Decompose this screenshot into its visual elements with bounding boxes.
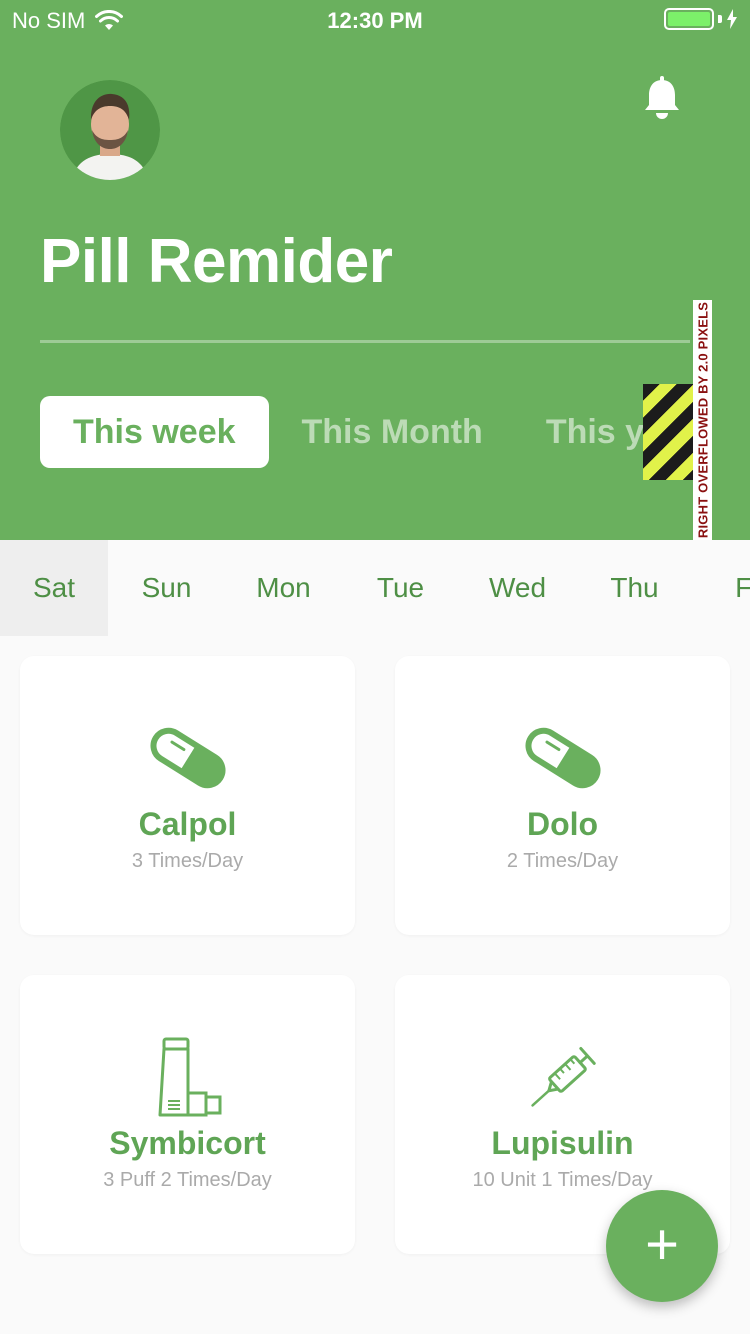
add-medicine-button[interactable]: + <box>606 1190 718 1302</box>
medicine-name: Symbicort <box>109 1125 266 1161</box>
tab-this-month[interactable]: This Month <box>269 396 516 468</box>
overflow-warning: RIGHT OVERFLOWED BY 2.0 PIXELS <box>695 301 710 539</box>
pill-icon <box>149 727 226 789</box>
period-tabs: This week This Month This year <box>40 396 728 468</box>
card-icon-wrap <box>20 1037 355 1119</box>
bell-icon[interactable] <box>642 76 682 120</box>
card-icon-wrap <box>395 1037 730 1119</box>
day-thu[interactable]: Thu <box>576 540 693 636</box>
charging-icon <box>727 9 737 29</box>
header: No SIM 12:30 PM Pill Remider This week T… <box>0 0 750 540</box>
inhaler-icon <box>158 1037 221 1117</box>
overflow-banner: RIGHT OVERFLOWED BY 2.0 PIXELS <box>693 300 712 540</box>
status-bar: No SIM 12:30 PM <box>0 0 750 40</box>
medicine-card-dolo[interactable]: Dolo 2 Times/Day <box>395 656 730 935</box>
syringe-icon <box>530 1046 596 1107</box>
medicine-dosage: 3 Puff 2 Times/Day <box>103 1169 272 1191</box>
day-mon[interactable]: Mon <box>225 540 342 636</box>
header-divider <box>40 340 690 343</box>
pill-icon <box>524 727 601 789</box>
card-icon-wrap <box>20 726 355 790</box>
status-right <box>664 8 738 30</box>
overflow-stripe <box>643 384 693 480</box>
medicine-card-calpol[interactable]: Calpol 3 Times/Day <box>20 656 355 935</box>
medicine-dosage: 10 Unit 1 Times/Day <box>472 1169 653 1191</box>
medicine-name: Calpol <box>138 806 237 842</box>
tab-this-week[interactable]: This week <box>40 396 269 468</box>
day-sun[interactable]: Sun <box>108 540 225 636</box>
day-selector: Sat Sun Mon Tue Wed Thu Fri <box>0 540 750 636</box>
page-title: Pill Remider <box>40 227 393 296</box>
battery-fill <box>668 12 710 26</box>
avatar[interactable] <box>60 80 160 180</box>
medicine-dosage: 2 Times/Day <box>506 850 619 872</box>
status-time: 12:30 PM <box>327 8 423 33</box>
battery-tip <box>718 15 722 23</box>
card-icon-wrap <box>395 726 730 790</box>
medicine-name: Dolo <box>526 806 599 842</box>
day-fri[interactable]: Fri <box>693 540 750 636</box>
day-tue[interactable]: Tue <box>342 540 459 636</box>
medicine-dosage: 3 Times/Day <box>131 850 244 872</box>
day-sat[interactable]: Sat <box>0 540 108 636</box>
medicine-card-symbicort[interactable]: Symbicort 3 Puff 2 Times/Day <box>20 975 355 1254</box>
battery-icon <box>664 8 714 30</box>
avatar-image <box>60 80 160 180</box>
medicine-name: Lupisulin <box>491 1125 634 1161</box>
day-wed[interactable]: Wed <box>459 540 576 636</box>
